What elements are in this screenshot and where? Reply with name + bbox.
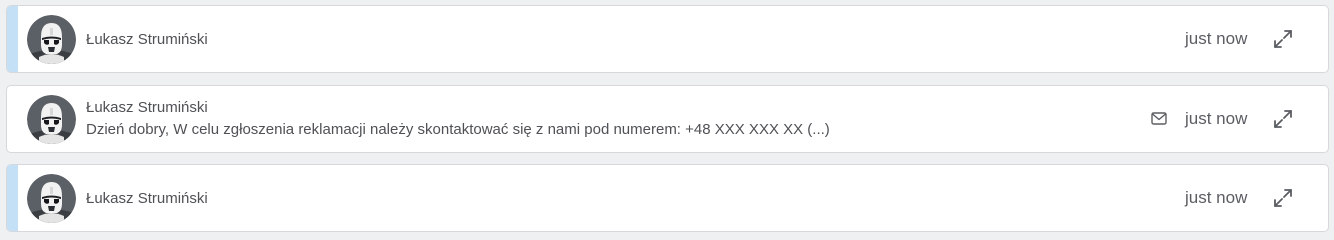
timestamp: just now [1185,109,1248,128]
stormtrooper-avatar-icon [27,15,76,64]
stormtrooper-avatar-icon [27,174,76,223]
notification-item[interactable]: Łukasz Strumiński Dzień dobry, W celu zg… [6,85,1329,153]
stormtrooper-avatar-icon [27,95,76,144]
timestamp: just now [1185,188,1248,207]
notification-item[interactable]: Łukasz Strumiński just now [6,164,1329,232]
unread-indicator [7,165,18,231]
notification-item[interactable]: Łukasz Strumiński just now [6,5,1329,73]
unread-indicator [7,6,18,72]
message-preview: Dzień dobry, W celu zgłoszenia reklamacj… [86,121,830,138]
author-name: Łukasz Strumiński [86,31,208,48]
notification-feed: Łukasz Strumiński just now Łukasz Strumi… [0,0,1334,240]
expand-icon[interactable] [1272,187,1294,209]
timestamp: just now [1185,29,1248,48]
expand-icon[interactable] [1272,28,1294,50]
author-name: Łukasz Strumiński [86,99,208,116]
envelope-icon [1151,112,1167,125]
author-name: Łukasz Strumiński [86,190,208,207]
expand-icon[interactable] [1272,108,1294,130]
